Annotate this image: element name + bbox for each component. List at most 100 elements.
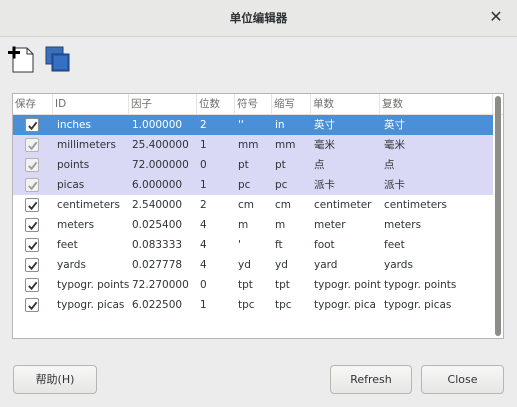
cell-digits: 4: [200, 219, 207, 231]
save-checkbox: [25, 178, 39, 192]
cell-symbol: cm: [238, 199, 255, 211]
table-row[interactable]: inches 1.000000 2 '' in 英寸 英寸: [13, 115, 493, 135]
close-icon[interactable]: ✕: [487, 8, 505, 26]
column-header-save[interactable]: 保存: [13, 94, 53, 115]
cell-abbr: yd: [275, 259, 288, 271]
new-unit-button[interactable]: [7, 44, 35, 74]
column-header-abbr[interactable]: 缩写: [272, 94, 311, 115]
cell-id: feet: [57, 239, 78, 251]
cell-digits: 4: [200, 259, 207, 271]
cell-plural: typogr. points: [384, 279, 457, 291]
cell-symbol: m: [238, 219, 249, 231]
table-row[interactable]: picas 6.000000 1 pc pc 派卡 派卡: [13, 175, 493, 195]
column-header-id[interactable]: ID: [53, 94, 129, 115]
cell-symbol: pc: [238, 179, 251, 191]
cell-factor: 1.000000: [132, 119, 183, 131]
save-checkbox[interactable]: [25, 118, 39, 132]
help-button[interactable]: 帮助(H): [13, 365, 97, 394]
table-row[interactable]: points 72.000000 0 pt pt 点 点: [13, 155, 493, 175]
save-checkbox[interactable]: [25, 298, 39, 312]
checkmark-icon: [27, 281, 37, 290]
cell-singular: yard: [314, 259, 338, 271]
checkmark-icon: [27, 221, 37, 230]
save-checkbox: [25, 158, 39, 172]
cell-id: typogr. points: [57, 279, 130, 291]
cell-abbr: cm: [275, 199, 292, 211]
table-row[interactable]: yards 0.027778 4 yd yd yard yards: [13, 255, 493, 275]
save-checkbox[interactable]: [25, 238, 39, 252]
cell-plural: 毫米: [384, 139, 405, 151]
cell-abbr: tpt: [275, 279, 290, 291]
cell-abbr: tpc: [275, 299, 292, 311]
save-checkbox: [25, 138, 39, 152]
table-header: 保存 ID 因子 位数 符号 缩写 单数 复数: [13, 94, 503, 115]
vertical-scrollbar[interactable]: [495, 96, 501, 336]
duplicate-unit-icon: [45, 46, 70, 72]
column-header-plural[interactable]: 复数: [380, 94, 493, 115]
column-header-factor[interactable]: 因子: [129, 94, 197, 115]
checkmark-icon: [27, 261, 37, 270]
table-row[interactable]: feet 0.083333 4 ' ft foot feet: [13, 235, 493, 255]
cell-abbr: m: [275, 219, 286, 231]
checkmark-icon: [27, 181, 37, 190]
table-row[interactable]: centimeters 2.540000 2 cm cm centimeter centim…: [13, 195, 493, 215]
cell-id: inches: [57, 119, 91, 131]
save-checkbox[interactable]: [25, 198, 39, 212]
save-checkbox[interactable]: [25, 218, 39, 232]
table-row[interactable]: millimeters 25.400000 1 mm mm 毫米 毫米: [13, 135, 493, 155]
cell-singular: 英寸: [314, 119, 335, 131]
cell-symbol: mm: [238, 139, 259, 151]
cell-abbr: in: [275, 119, 285, 131]
cell-plural: 派卡: [384, 179, 405, 191]
refresh-button[interactable]: Refresh: [330, 365, 412, 394]
cell-id: points: [57, 159, 90, 171]
cell-factor: 25.400000: [132, 139, 189, 151]
title-bar: 单位编辑器 ✕: [0, 0, 517, 37]
cell-symbol: pt: [238, 159, 249, 171]
cell-abbr: mm: [275, 139, 296, 151]
cell-id: centimeters: [57, 199, 120, 211]
new-unit-icon: [8, 46, 34, 73]
column-header-symbol[interactable]: 符号: [235, 94, 272, 115]
checkmark-icon: [27, 201, 37, 210]
cell-factor: 72.000000: [132, 159, 189, 171]
save-checkbox[interactable]: [25, 278, 39, 292]
cell-plural: yards: [384, 259, 413, 271]
cell-plural: centimeters: [384, 199, 447, 211]
cell-factor: 0.025400: [132, 219, 183, 231]
cell-digits: 4: [200, 239, 207, 251]
cell-abbr: pc: [275, 179, 288, 191]
cell-symbol: yd: [238, 259, 251, 271]
cell-factor: 6.000000: [132, 179, 183, 191]
cell-singular: 点: [314, 159, 325, 171]
column-header-digits[interactable]: 位数: [197, 94, 235, 115]
cell-factor: 2.540000: [132, 199, 183, 211]
cell-factor: 0.083333: [132, 239, 183, 251]
cell-plural: 点: [384, 159, 395, 171]
table-row[interactable]: meters 0.025400 4 m m meter meters: [13, 215, 493, 235]
cell-abbr: pt: [275, 159, 286, 171]
cell-factor: 72.270000: [132, 279, 189, 291]
window-title: 单位编辑器: [229, 11, 288, 25]
cell-symbol: '': [238, 119, 244, 131]
checkmark-icon: [27, 161, 37, 170]
cell-digits: 1: [200, 299, 207, 311]
cell-plural: meters: [384, 219, 422, 231]
units-table: 保存 ID 因子 位数 符号 缩写 单数 复数 inches 1.000000 2 '…: [12, 93, 504, 339]
table-row[interactable]: typogr. points 72.270000 0 tpt tpt typogr. po…: [13, 275, 493, 295]
checkmark-icon: [27, 301, 37, 310]
duplicate-unit-button[interactable]: [44, 44, 72, 74]
cell-id: meters: [57, 219, 95, 231]
cell-digits: 2: [200, 119, 207, 131]
cell-id: yards: [57, 259, 86, 271]
column-header-singular[interactable]: 单数: [311, 94, 380, 115]
checkmark-icon: [27, 241, 37, 250]
cell-factor: 6.022500: [132, 299, 183, 311]
cell-symbol: tpc: [238, 299, 255, 311]
table-row[interactable]: typogr. picas 6.022500 1 tpc tpc typogr. pica…: [13, 295, 493, 315]
save-checkbox[interactable]: [25, 258, 39, 272]
close-button[interactable]: Close: [421, 365, 504, 394]
checkmark-icon: [27, 141, 37, 150]
cell-symbol: ': [238, 239, 241, 251]
cell-id: millimeters: [57, 139, 116, 151]
